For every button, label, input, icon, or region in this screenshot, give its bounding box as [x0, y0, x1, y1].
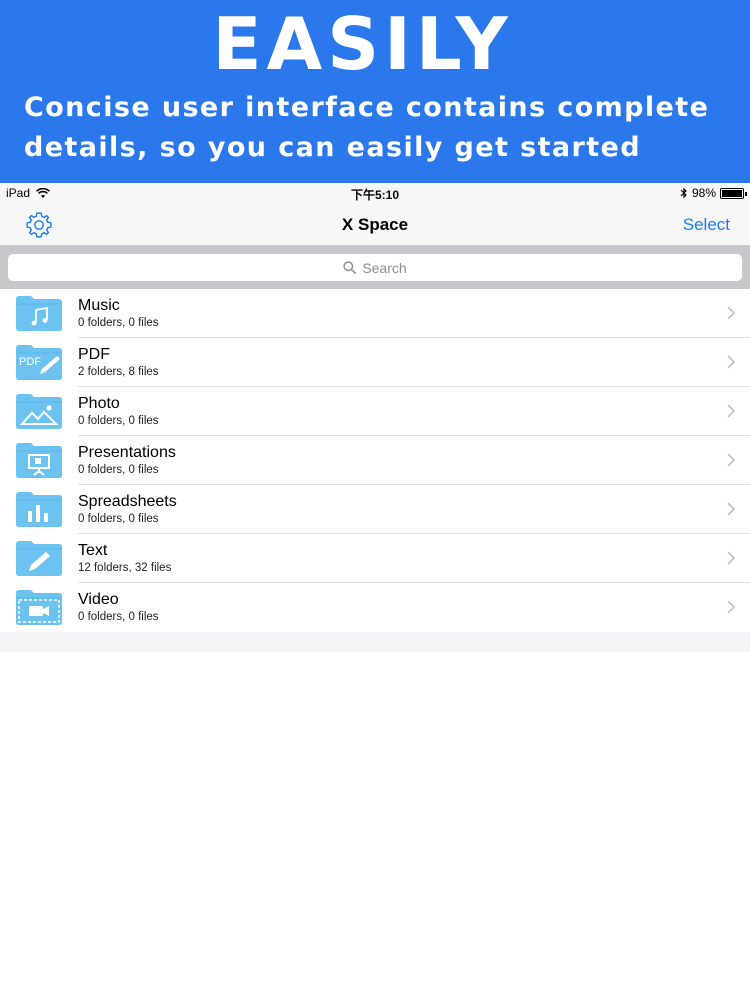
list-item[interactable]: PDF PDF 2 folders, 8 files — [0, 338, 750, 387]
list-item[interactable]: Video 0 folders, 0 files — [0, 583, 750, 632]
page-title: X Space — [341, 215, 409, 234]
banner-subtitle: Concise user interface contains complete… — [24, 88, 734, 168]
search-input[interactable]: Search — [8, 254, 742, 281]
chevron-right-icon — [727, 453, 736, 467]
svg-text:PDF: PDF — [19, 356, 41, 368]
select-button[interactable]: Select — [683, 215, 730, 235]
folder-name: Photo — [78, 395, 120, 412]
video-folder-icon — [16, 590, 62, 625]
search-bar: Search — [0, 246, 750, 289]
chevron-right-icon — [727, 355, 736, 369]
banner-subtitle-line-1: Concise user interface contains complete — [24, 92, 710, 123]
chevron-right-icon — [727, 551, 736, 565]
folder-name: Spreadsheets — [78, 493, 177, 510]
spreadsheet-folder-icon — [16, 492, 62, 527]
folder-meta: 0 folders, 0 files — [78, 611, 159, 623]
folder-list: Music 0 folders, 0 files PDF PDF 2 folde… — [0, 289, 750, 632]
folder-meta: 0 folders, 0 files — [78, 464, 159, 476]
chevron-right-icon — [727, 404, 736, 418]
chevron-right-icon — [727, 600, 736, 614]
bluetooth-icon — [680, 187, 687, 199]
status-right: 98% — [680, 186, 747, 200]
status-bar: iPad 下午5:10 98% — [0, 183, 750, 203]
search-placeholder: Search — [362, 259, 407, 276]
folder-name: Music — [78, 297, 120, 314]
folder-meta: 0 folders, 0 files — [78, 317, 159, 329]
list-item[interactable]: Presentations 0 folders, 0 files — [0, 436, 750, 485]
photo-folder-icon — [16, 394, 62, 429]
battery-percent: 98% — [691, 186, 716, 200]
pdf-folder-icon: PDF — [16, 345, 62, 380]
status-time: 下午5:10 — [350, 188, 400, 202]
list-footer — [0, 632, 750, 652]
music-folder-icon — [16, 296, 62, 331]
promo-banner: EASILY Concise user interface contains c… — [0, 0, 750, 183]
battery-tip — [745, 191, 747, 196]
folder-meta: 2 folders, 8 files — [78, 366, 159, 378]
folder-meta: 0 folders, 0 files — [78, 415, 159, 427]
folder-meta: 12 folders, 32 files — [78, 562, 172, 574]
search-icon — [343, 261, 357, 274]
chevron-right-icon — [727, 502, 736, 516]
list-item[interactable]: Spreadsheets 0 folders, 0 files — [0, 485, 750, 534]
presentation-folder-icon — [16, 443, 62, 478]
list-item[interactable]: Music 0 folders, 0 files — [0, 289, 750, 338]
text-folder-icon — [16, 541, 62, 576]
navigation-bar: X Space Select — [0, 203, 750, 246]
battery-icon — [720, 187, 747, 199]
folder-meta: 0 folders, 0 files — [78, 513, 159, 525]
folder-name: Video — [78, 591, 119, 608]
banner-subtitle-line-2: details, so you can easily get started — [24, 132, 641, 163]
banner-title: EASILY — [212, 2, 513, 86]
folder-name: PDF — [78, 346, 110, 363]
folder-name: Text — [78, 542, 108, 559]
chevron-right-icon — [727, 306, 736, 320]
folder-name: Presentations — [78, 444, 176, 461]
battery-fill — [722, 189, 742, 197]
list-item[interactable]: Photo 0 folders, 0 files — [0, 387, 750, 436]
list-item[interactable]: Text 12 folders, 32 files — [0, 534, 750, 583]
